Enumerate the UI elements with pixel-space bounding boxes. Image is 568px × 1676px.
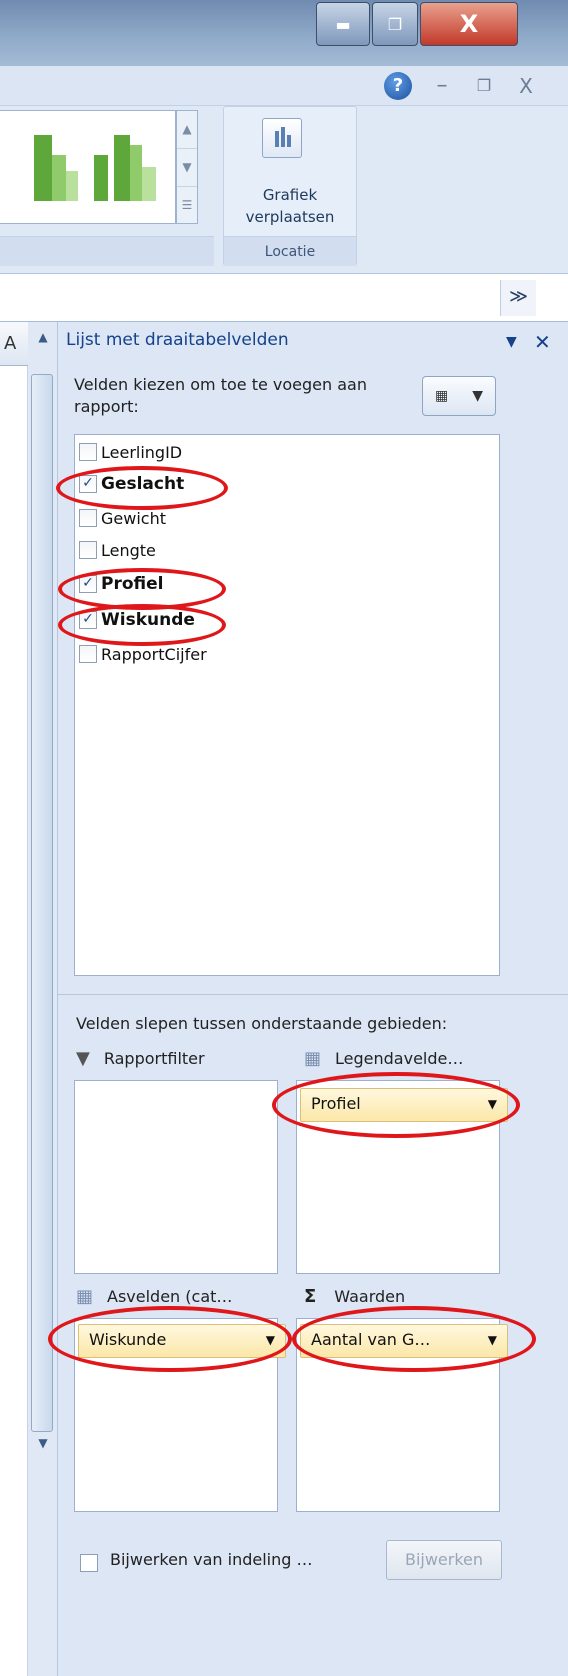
layout-options-button[interactable]: ▦ ▼ (422, 376, 496, 416)
gallery-bar (52, 155, 66, 201)
pane-close-icon[interactable]: ✕ (534, 330, 551, 354)
minimize-icon: ▬ (335, 14, 351, 34)
field-list: LeerlingID ✓ Geslacht Gewicht Lengte ✓ P… (74, 434, 500, 976)
gallery-bar (94, 155, 108, 201)
axis-fields-label: Asvelden (cat… (107, 1287, 233, 1306)
values-header: Σ Waarden (304, 1286, 405, 1307)
scroll-up-icon[interactable]: ▲ (33, 330, 53, 364)
close-icon: X (459, 10, 479, 38)
highlight-geslacht (56, 466, 228, 510)
field-checkbox[interactable] (79, 509, 97, 527)
update-button[interactable]: Bijwerken (386, 1540, 502, 1580)
field-label: Gewicht (101, 508, 166, 528)
defer-update-label: Bijwerken van indeling … (110, 1550, 313, 1569)
gallery-more-icon[interactable]: ☰ (177, 187, 197, 224)
highlight-wiskunde (58, 604, 226, 646)
pane-options-icon[interactable]: ▼ (506, 334, 517, 350)
formula-bar[interactable] (0, 274, 568, 322)
highlight-values-chip (292, 1306, 536, 1372)
move-chart-label: Grafiek (262, 186, 318, 204)
values-label: Waarden (334, 1287, 406, 1306)
field-item[interactable]: LeerlingID (79, 437, 182, 467)
legend-fields-header: ▦ Legendavelde… (304, 1048, 463, 1069)
drag-fields-label: Velden slepen tussen onderstaande gebied… (76, 1014, 448, 1033)
table-icon: ▦ (76, 1286, 94, 1307)
scrollbar-thumb[interactable] (31, 374, 53, 1432)
filter-icon: ▼ (76, 1048, 90, 1069)
report-filter-zone[interactable] (74, 1080, 278, 1274)
field-item[interactable]: Lengte (79, 535, 156, 565)
gallery-bar (34, 135, 52, 201)
scroll-down-icon[interactable]: ▼ (33, 1436, 53, 1466)
highlight-axis-chip (48, 1306, 292, 1372)
sigma-icon: Σ (304, 1286, 317, 1307)
field-checkbox[interactable] (79, 443, 97, 461)
ribbon-minimize-icon[interactable]: – (428, 72, 456, 100)
chart-styles-group-label (0, 236, 214, 266)
report-filter-label: Rapportfilter (103, 1049, 205, 1068)
pane-divider[interactable] (58, 994, 568, 995)
gallery-bar (142, 167, 156, 201)
gallery-bar (66, 171, 78, 201)
legend-fields-label: Legendavelde… (335, 1049, 464, 1068)
gallery-up-icon[interactable]: ▲ (177, 111, 197, 149)
maximize-icon: ❐ (387, 14, 403, 34)
window-maximize-button[interactable]: ❐ (372, 2, 418, 46)
gallery-scroll[interactable]: ▲ ▼ ☰ (176, 110, 198, 224)
pane-title: Lijst met draaitabelvelden (66, 330, 289, 350)
table-icon: ▦ (304, 1048, 322, 1069)
window-close-button[interactable]: X (420, 2, 518, 46)
chart-style-gallery[interactable] (0, 110, 176, 224)
move-chart-label: verplaatsen (245, 208, 335, 226)
move-chart-icon[interactable] (262, 118, 302, 158)
chevron-down-icon: ▼ (472, 388, 483, 404)
ribbon-restore-icon[interactable]: ❐ (470, 72, 498, 100)
gallery-bar (114, 135, 130, 201)
axis-fields-header: ▦ Asvelden (cat… (76, 1286, 232, 1307)
layout-icon: ▦ (434, 388, 449, 404)
field-label: RapportCijfer (101, 644, 207, 664)
field-checkbox[interactable] (79, 645, 97, 663)
highlight-legend-chip (272, 1072, 520, 1138)
column-header[interactable]: A (0, 322, 28, 366)
gallery-down-icon[interactable]: ▼ (177, 149, 197, 187)
location-group-label: Locatie (224, 236, 356, 266)
report-filter-header: ▼ Rapportfilter (76, 1048, 205, 1069)
gallery-bar (130, 145, 142, 201)
defer-update-checkbox[interactable] (80, 1554, 98, 1572)
move-chart-button[interactable]: Grafiek verplaatsen (226, 184, 354, 228)
field-label: Lengte (101, 540, 156, 560)
formula-expand-icon[interactable]: ≫ (500, 280, 536, 316)
help-icon[interactable]: ? (384, 72, 412, 100)
sheet-grid[interactable] (0, 322, 28, 1676)
field-checkbox[interactable] (79, 541, 97, 559)
choose-fields-label: Velden kiezen om toe te voegen aan rappo… (74, 375, 367, 416)
window-minimize-button[interactable]: ▬ (316, 2, 370, 46)
ribbon-close-icon[interactable]: X (512, 72, 540, 100)
field-label: LeerlingID (101, 442, 183, 462)
